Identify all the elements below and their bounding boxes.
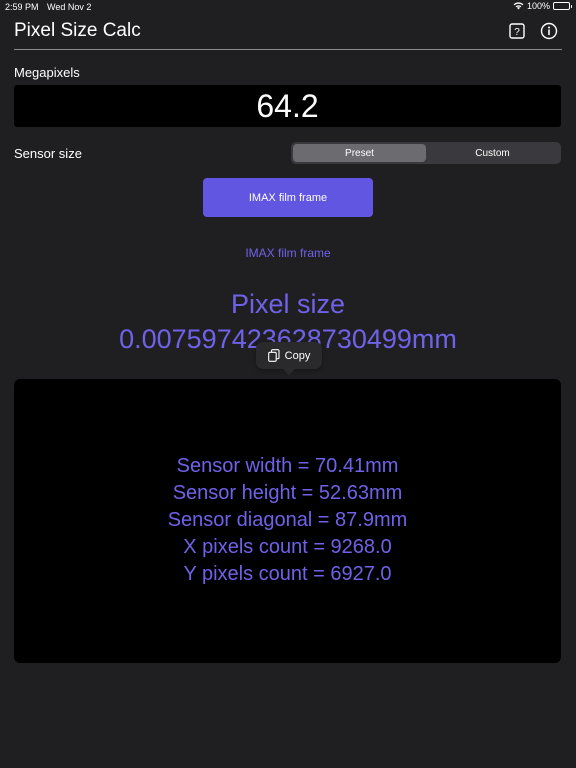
battery-percent: 100% (526, 1, 550, 11)
status-right: 100% (513, 1, 572, 11)
info-icon[interactable] (540, 22, 558, 40)
status-bar: 2:59 PM Wed Nov 2 100% (0, 0, 576, 14)
wifi-icon (513, 2, 524, 10)
y-pixels-count-text: Y pixels count = 6927.0 (183, 563, 392, 585)
sensor-height-text: Sensor height = 52.63mm (172, 482, 403, 504)
help-icon[interactable]: ? (508, 22, 526, 40)
svg-text:?: ? (514, 27, 520, 38)
sensor-size-segmented-control: Preset Custom (291, 142, 561, 164)
battery-icon (553, 2, 572, 10)
copy-label: Copy (284, 349, 311, 362)
details-panel: Sensor width = 70.41mm Sensor height = 5… (14, 379, 561, 663)
status-time: 2:59 PM (5, 2, 39, 12)
copy-menu-button[interactable]: Copy (256, 342, 322, 375)
megapixels-label: Megapixels (14, 65, 80, 80)
sensor-diagonal-text: Sensor diagonal = 87.9mm (167, 509, 408, 531)
x-pixels-count-text: X pixels count = 9268.0 (183, 536, 392, 558)
sensor-size-label: Sensor size (14, 146, 82, 161)
header-divider (14, 49, 562, 50)
megapixels-input[interactable] (14, 85, 561, 127)
selected-preset-name: IMAX film frame (245, 246, 331, 260)
segment-custom[interactable]: Custom (426, 144, 559, 162)
pixel-size-label: Pixel size (230, 289, 346, 319)
app-screen: 2:59 PM Wed Nov 2 100% Pixel Size Calc ? (0, 0, 576, 768)
copy-icon (267, 349, 280, 362)
sensor-width-text: Sensor width = 70.41mm (176, 455, 399, 477)
preset-picker-button[interactable]: IMAX film frame (203, 178, 373, 217)
status-date: Wed Nov 2 (47, 2, 92, 12)
segment-preset[interactable]: Preset (293, 144, 426, 162)
page-title: Pixel Size Calc (14, 20, 141, 41)
